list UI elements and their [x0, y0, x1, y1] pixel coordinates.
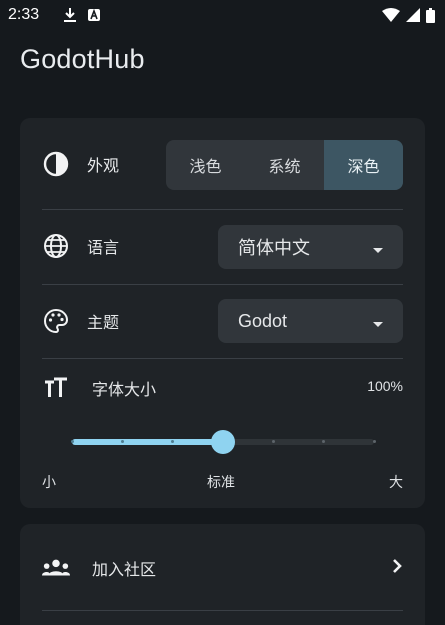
language-dropdown[interactable]: 简体中文	[218, 225, 403, 269]
dropdown-arrow-icon	[373, 321, 383, 327]
divider	[42, 209, 403, 210]
segment-system[interactable]: 系统	[245, 140, 324, 190]
segment-dark[interactable]: 深色	[324, 140, 403, 190]
theme-value: Godot	[238, 310, 288, 331]
slider-fill	[72, 439, 223, 445]
globe-icon	[42, 232, 70, 260]
settings-card: 外观 浅色 系统 深色 语言 简体中文 主题 Godot 字体大小 100% 小…	[20, 118, 425, 508]
status-time: 2:33	[8, 6, 40, 23]
font-size-scale-labels: 小 标准 大	[42, 472, 403, 492]
divider	[42, 358, 403, 359]
wifi-icon	[382, 8, 400, 22]
app-notification-icon	[87, 8, 101, 22]
appearance-label: 外观	[87, 156, 120, 175]
divider	[42, 610, 403, 611]
signal-icon	[406, 8, 420, 22]
slider-tick	[372, 440, 376, 443]
appearance-segmented-control: 浅色 系统 深色	[166, 140, 403, 190]
font-size-slider[interactable]	[70, 428, 376, 456]
palette-icon	[42, 307, 70, 335]
slider-tick	[271, 440, 275, 443]
segment-light[interactable]: 浅色	[166, 140, 245, 190]
slider-thumb[interactable]	[211, 430, 235, 454]
text-size-icon	[42, 374, 70, 402]
status-bar: 2:33	[0, 0, 445, 30]
join-community-label: 加入社区	[92, 560, 157, 579]
groups-icon	[42, 554, 70, 582]
contrast-icon	[42, 150, 70, 178]
divider	[42, 284, 403, 285]
download-icon	[63, 7, 77, 23]
font-size-min-label: 小	[42, 475, 56, 491]
battery-icon	[426, 7, 435, 23]
font-size-label: 字体大小	[92, 380, 157, 399]
slider-tick	[120, 440, 124, 443]
app-title: GodotHub	[20, 44, 145, 74]
language-label: 语言	[87, 238, 120, 257]
font-size-value: 100%	[367, 378, 403, 394]
language-value: 简体中文	[238, 238, 310, 259]
join-community-row[interactable]: 加入社区	[42, 554, 403, 582]
theme-dropdown[interactable]: Godot	[218, 299, 403, 343]
font-size-max-label: 大	[389, 475, 403, 491]
slider-tick	[70, 440, 74, 443]
chevron-right-icon	[391, 558, 403, 578]
dropdown-arrow-icon	[373, 247, 383, 253]
community-card: 加入社区	[20, 524, 425, 625]
font-size-row: 字体大小	[42, 374, 403, 402]
font-size-mid-label: 标准	[207, 475, 235, 491]
theme-label: 主题	[87, 313, 120, 332]
